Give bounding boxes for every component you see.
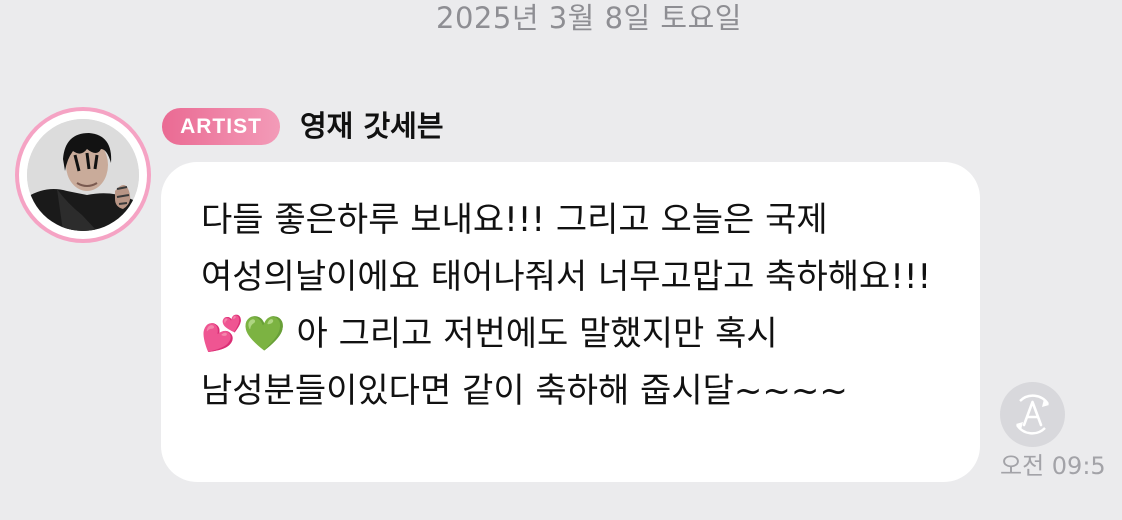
message-bubble[interactable]: 다들 좋은하루 보내요!!! 그리고 오늘은 국제 여성의날이에요 태어나줘서 … [161, 162, 980, 482]
artist-badge: ARTIST [162, 108, 280, 145]
message-text: 다들 좋은하루 보내요!!! 그리고 오늘은 국제 여성의날이에요 태어나줘서 … [201, 200, 932, 411]
avatar-inner-border [19, 111, 147, 239]
sender-name: 영재 갓세븐 [300, 109, 444, 143]
avatar[interactable] [15, 107, 151, 243]
message-timestamp: 오전 09:5 [1000, 452, 1106, 480]
translate-a-icon [1015, 394, 1050, 435]
translate-button[interactable] [1000, 382, 1065, 447]
avatar-photo [27, 119, 139, 231]
date-header: 2025년 3월 8일 토요일 [436, 1, 742, 35]
